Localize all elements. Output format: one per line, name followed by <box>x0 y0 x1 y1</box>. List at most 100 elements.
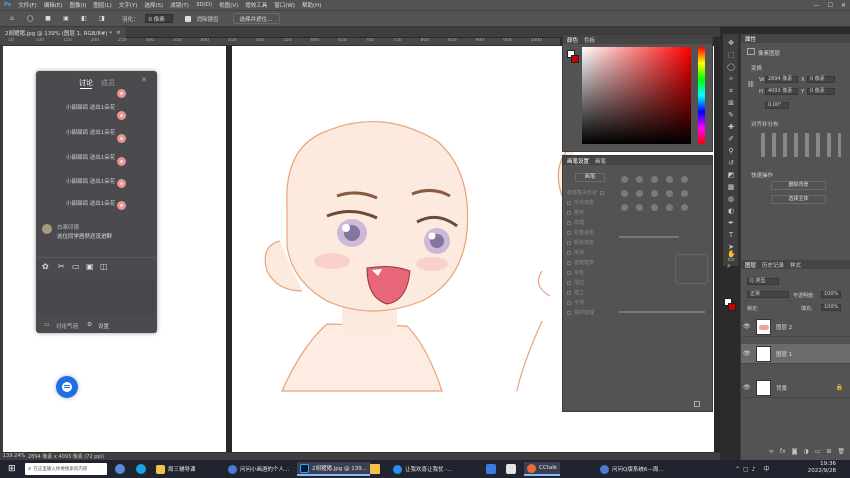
eyedropper-icon[interactable]: ✎ <box>727 112 735 119</box>
layer-name[interactable]: 图层 1 <box>776 350 792 358</box>
magic-wand-icon[interactable]: ✧ <box>727 76 735 83</box>
feather-input[interactable]: 0 像素 <box>144 14 173 23</box>
zoom-level[interactable]: 139.24% <box>3 453 25 459</box>
menu-plugins[interactable]: 增效工具 <box>245 1 267 9</box>
color-saturation-field[interactable] <box>582 47 691 144</box>
tab-swatches[interactable]: 色板 <box>584 36 595 44</box>
height-input[interactable]: 4093 像素 <box>765 88 798 95</box>
brush-spacing-slider[interactable] <box>619 311 705 313</box>
settings-label[interactable]: 设置 <box>98 322 109 330</box>
select-and-mask-button[interactable]: 选择并遮住… <box>232 13 280 24</box>
fx-icon[interactable]: fx <box>780 448 786 458</box>
taskbar-clock[interactable]: 19:36 2022/9/28 <box>808 461 836 475</box>
subtract-selection-icon[interactable]: ◧ <box>78 13 90 24</box>
flower-send-icon[interactable]: ✿ <box>42 262 49 271</box>
taskbar-app-video[interactable]: 问问Q版系统6—周... <box>597 462 667 476</box>
zoom-tool-icon[interactable]: ⌕ <box>727 262 731 271</box>
taskbar-app-browser[interactable]: 问问小画酒的个人... <box>225 462 292 476</box>
chat-bubble-button[interactable] <box>56 376 78 398</box>
width-input[interactable]: 2894 像素 <box>765 76 798 83</box>
link-layers-icon[interactable]: ∞ <box>769 448 774 458</box>
hand-tool-icon[interactable]: ✋ <box>727 250 736 258</box>
tab-history[interactable]: 历史记录 <box>762 261 784 269</box>
menu-image[interactable]: 图像(I) <box>69 1 86 9</box>
move-tool-icon[interactable]: ✥ <box>727 40 735 47</box>
brush-tool-icon[interactable]: ✐ <box>727 136 735 143</box>
marquee-tool-icon[interactable]: ⬚ <box>727 52 735 59</box>
avatar[interactable] <box>42 224 52 234</box>
intersect-selection-icon[interactable]: ◨ <box>96 13 108 24</box>
dodge-tool-icon[interactable]: ◐ <box>727 208 735 215</box>
menu-file[interactable]: 文件(F) <box>18 1 36 9</box>
discussion-bubble-label[interactable]: 讨论气泡 <box>56 322 78 330</box>
layer-name[interactable]: 图层 2 <box>776 323 792 331</box>
new-selection-icon[interactable]: ■ <box>42 13 54 24</box>
delete-layer-icon[interactable]: 🗑 <box>837 448 845 458</box>
add-selection-icon[interactable]: ▣ <box>60 13 72 24</box>
frame-tool-icon[interactable]: ⊠ <box>727 100 735 107</box>
eye-icon[interactable]: 👁 <box>743 384 751 391</box>
scissors-icon[interactable]: ✂ <box>58 262 65 271</box>
blend-mode-select[interactable]: 正常 <box>747 291 789 298</box>
brush-tip-grid[interactable] <box>619 174 709 229</box>
adjustment-icon[interactable]: ◑ <box>803 448 808 458</box>
chat-input[interactable] <box>38 281 155 316</box>
eraser-icon[interactable]: ◩ <box>727 172 735 179</box>
brush-option-shape-dynamics[interactable]: 形状动态 <box>567 199 594 206</box>
brush-option-tip[interactable]: 画笔笔尖形状 <box>567 189 605 196</box>
whiteboard-icon[interactable]: ◫ <box>100 262 108 271</box>
group-icon[interactable]: ▭ <box>815 448 821 458</box>
y-input[interactable]: 0 像素 <box>807 88 835 95</box>
opacity-input[interactable]: 100% <box>821 291 841 298</box>
close-tab-icon[interactable]: × <box>116 30 121 36</box>
browser-app-icon[interactable] <box>115 464 125 474</box>
tab-discussion[interactable]: 讨论 <box>79 78 93 88</box>
brush-option-texture[interactable]: 纹理 <box>567 219 584 226</box>
layer-name[interactable]: 背景 <box>776 384 787 392</box>
menu-view[interactable]: 视图(V) <box>219 1 238 9</box>
taskbar-app-photoshop[interactable]: 2胡猪猪.jpg @ 139... <box>297 462 370 476</box>
healing-brush-icon[interactable]: ✚ <box>727 124 735 131</box>
select-subject-button[interactable]: 选择主体 <box>771 195 826 204</box>
brush-option-color-dynamics[interactable]: 颜色动态 <box>567 239 594 246</box>
layer-row[interactable]: 👁 背景 🔒 <box>741 378 850 398</box>
menu-help[interactable]: 帮助(H) <box>302 1 321 9</box>
mask-icon[interactable]: ◙ <box>792 448 798 458</box>
app-icon[interactable] <box>486 464 496 474</box>
hue-slider[interactable] <box>698 47 705 144</box>
close-icon[interactable]: ✕ <box>141 76 147 84</box>
layer-row[interactable]: 👁 图层 2 <box>741 317 850 337</box>
layer-filter-select[interactable]: Q 类型 <box>747 278 779 285</box>
x-input[interactable]: 0 像素 <box>807 76 835 83</box>
taskbar-app-cctalk[interactable]: CCtalk <box>524 462 560 476</box>
close-button[interactable]: ✕ <box>841 2 846 9</box>
brush-option-smoothing[interactable]: 平滑 <box>567 299 584 306</box>
menu-filter[interactable]: 滤镜(T) <box>170 1 189 9</box>
lasso-tool-icon[interactable]: ◯ <box>727 64 735 71</box>
gradient-tool-icon[interactable]: ▦ <box>727 184 735 191</box>
brush-option-transfer[interactable]: 传递 <box>567 249 584 256</box>
history-brush-icon[interactable]: ↺ <box>727 160 735 167</box>
taskbar-app-course[interactable]: 周三辅导课 <box>153 462 199 476</box>
menu-type[interactable]: 文字(Y) <box>119 1 138 9</box>
remove-background-button[interactable]: 删除背景 <box>771 181 826 190</box>
brush-button[interactable]: 画笔 <box>575 173 605 182</box>
tab-brush-settings[interactable]: 画笔设置 <box>567 157 589 165</box>
link-icon[interactable]: ⛓ <box>747 81 755 88</box>
menu-3d[interactable]: 3D(D) <box>196 2 212 8</box>
brush-option-pose[interactable]: 画笔笔势 <box>567 259 594 266</box>
bubble-icon[interactable]: ▭ <box>44 321 50 328</box>
new-brush-icon[interactable] <box>694 401 700 407</box>
maximize-button[interactable]: ☐ <box>828 2 833 9</box>
brush-option-protect-texture[interactable]: 保护纹理 <box>567 309 594 316</box>
align-buttons[interactable] <box>761 133 841 157</box>
tab-members[interactable]: 成员 <box>101 78 115 88</box>
menu-edit[interactable]: 编辑(E) <box>44 1 63 9</box>
stamp-tool-icon[interactable]: ⚲ <box>727 148 735 155</box>
background-color-swatch[interactable] <box>571 55 579 63</box>
edge-app-icon[interactable] <box>136 464 146 474</box>
brush-option-noise[interactable]: 杂色 <box>567 269 584 276</box>
tab-brushes[interactable]: 画笔 <box>595 157 606 165</box>
screen-share-icon[interactable]: ▣ <box>86 262 94 271</box>
pen-tool-icon[interactable]: ✒ <box>727 220 735 227</box>
